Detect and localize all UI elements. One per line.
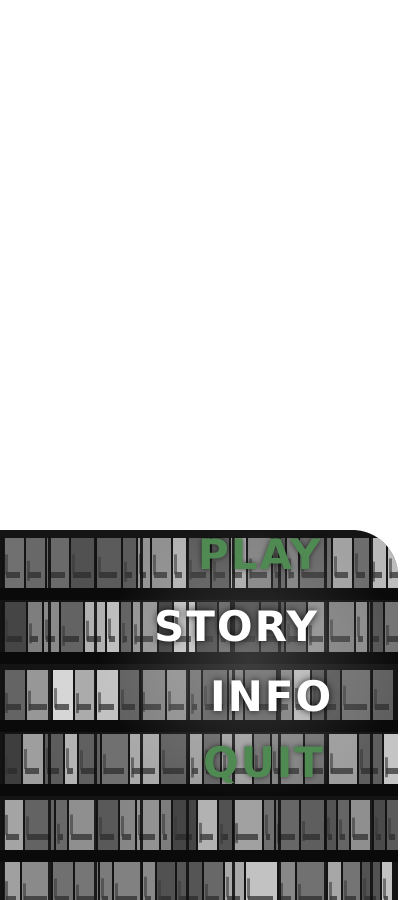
office-building-background xyxy=(0,530,398,900)
play-button[interactable]: PLAY xyxy=(198,534,322,576)
main-menu-panel: PLAY STORY INFO QUIT xyxy=(0,530,398,900)
info-button[interactable]: INFO xyxy=(210,676,333,718)
story-button[interactable]: STORY xyxy=(154,606,319,648)
blank-area xyxy=(0,0,400,530)
quit-button[interactable]: QUIT xyxy=(203,742,325,784)
